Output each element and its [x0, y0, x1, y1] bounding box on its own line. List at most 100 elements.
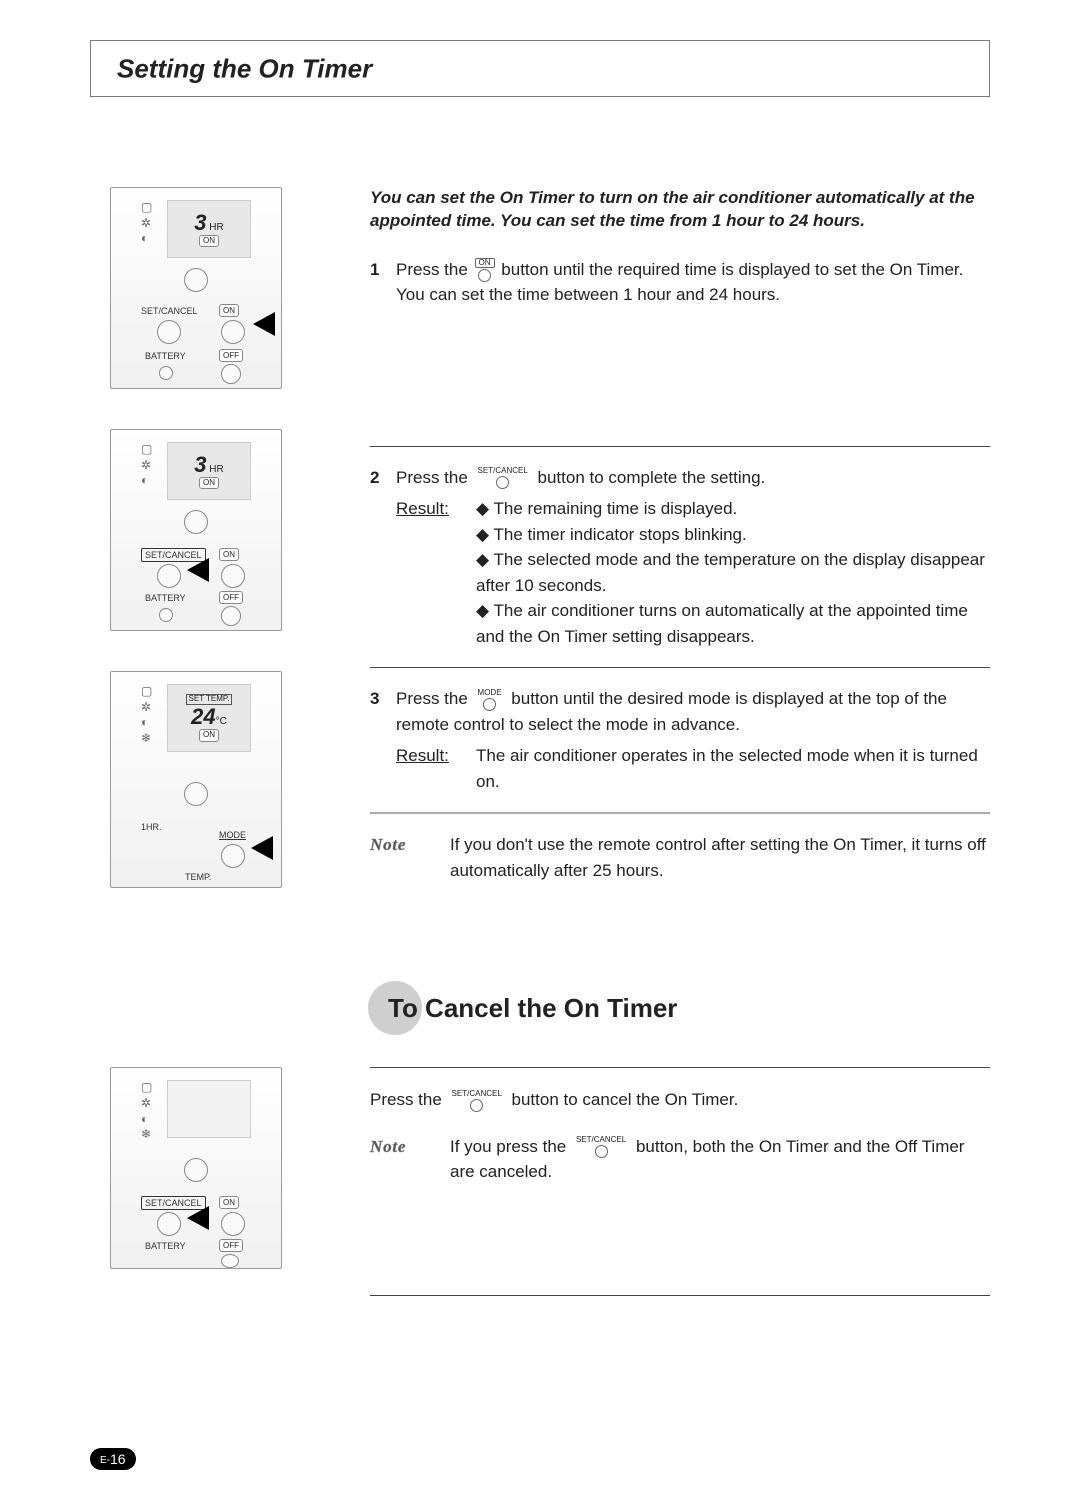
- on-chip: ON: [219, 1196, 239, 1209]
- remote-illustration-4: ▢✲◐❄ SET/CANCEL ON BATTERY OFF: [110, 1067, 282, 1269]
- divider: [370, 667, 990, 668]
- note-label: Note: [370, 1134, 450, 1185]
- round-button: [184, 510, 208, 534]
- pointer-arrow-icon: [187, 1206, 209, 1230]
- mode-icons: ▢✲◐: [141, 442, 152, 489]
- on-chip-2: ON: [219, 548, 239, 561]
- divider: [370, 446, 990, 447]
- result-bullet: The timer indicator stops blinking.: [476, 522, 990, 548]
- off-button: [221, 606, 241, 626]
- round-button: [184, 1158, 208, 1182]
- step-number: 1: [370, 257, 396, 308]
- btn-circle-icon: [478, 269, 491, 282]
- remote-screen-3: SET TEMP. 24°C ON: [167, 684, 251, 752]
- mode-label: MODE: [219, 830, 246, 840]
- divider-thick: [370, 812, 990, 814]
- hr-label: HR: [209, 222, 223, 233]
- cancel-note-pre: If you press the: [450, 1137, 566, 1156]
- step-1-pre: Press the: [396, 260, 468, 279]
- pointer-arrow-icon: [253, 312, 275, 336]
- remote-illustration-2: ▢✲◐ 3 HR ON SET/CANCEL ON BATTERY OFF: [110, 429, 282, 631]
- intro-text: You can set the On Timer to turn on the …: [370, 187, 990, 233]
- btn-circle-icon: [595, 1145, 608, 1158]
- btn-label: SET/CANCEL: [449, 1090, 505, 1098]
- result-bullet: The remaining time is displayed.: [476, 496, 990, 522]
- step-2-pre: Press the: [396, 468, 468, 487]
- remote-illustration-3: ▢✲◐❄ SET TEMP. 24°C ON 1HR. MODE TEMP.: [110, 671, 282, 888]
- off-chip: OFF: [219, 349, 243, 362]
- cancel-post: button to cancel the On Timer.: [512, 1090, 739, 1109]
- hour-value: 3: [194, 210, 206, 235]
- page-number: 16: [110, 1451, 126, 1467]
- btn-circle-icon: [483, 698, 496, 711]
- temp-value: 24: [191, 704, 215, 729]
- temp-label: TEMP.: [185, 872, 211, 882]
- on-button: [221, 564, 245, 588]
- one-hr-label: 1HR.: [141, 822, 162, 832]
- result-bullet: The selected mode and the temperature on…: [476, 547, 990, 598]
- setcancel-button-icon: SET/CANCEL: [573, 1136, 629, 1158]
- note-1: Note If you don't use the remote control…: [370, 832, 990, 883]
- divider: [370, 1295, 990, 1296]
- divider: [370, 1067, 990, 1068]
- btn-label: SET/CANCEL: [573, 1136, 629, 1144]
- mode-icons: ▢✲◐: [141, 200, 152, 247]
- page-prefix: E-: [100, 1455, 110, 1466]
- step-1: 1 Press the ON button until the required…: [370, 257, 990, 308]
- on-chip-2: ON: [219, 304, 239, 317]
- setcancel-button-icon: SET/CANCEL: [449, 1090, 505, 1112]
- page-title-box: Setting the On Timer: [90, 40, 990, 97]
- cancel-note: Note If you press the SET/CANCEL button,…: [370, 1134, 990, 1185]
- step-2-post: button to complete the setting.: [538, 468, 766, 487]
- pointer-arrow-icon: [251, 836, 273, 860]
- round-button: [184, 782, 208, 806]
- round-button: [184, 268, 208, 292]
- hr-label: HR: [209, 464, 223, 475]
- step-2: 2 Press the SET/CANCEL button to complet…: [370, 465, 990, 650]
- cancel-pre: Press the: [370, 1090, 442, 1109]
- battery-indicator: [159, 608, 173, 622]
- battery-label: BATTERY: [145, 351, 186, 361]
- cancel-heading-text: To Cancel the On Timer: [388, 993, 677, 1024]
- setcancel-label: SET/CANCEL: [141, 306, 198, 316]
- result-label: Result:: [396, 496, 476, 649]
- step-2-results: The remaining time is displayed. The tim…: [476, 496, 990, 649]
- setcancel-button: [157, 1212, 181, 1236]
- cancel-instruction: Press the SET/CANCEL button to cancel th…: [370, 1086, 990, 1113]
- remote-screen-4: [167, 1080, 251, 1138]
- setcancel-button-icon: SET/CANCEL: [475, 467, 531, 489]
- battery-label: BATTERY: [145, 1241, 186, 1251]
- page-number-badge: E-16: [90, 1448, 136, 1470]
- page-title: Setting the On Timer: [117, 53, 372, 84]
- mode-icons: ▢✲◐❄: [141, 1080, 152, 1142]
- pointer-arrow-icon: [187, 558, 209, 582]
- step-1-line2: You can set the time between 1 hour and …: [396, 285, 780, 304]
- step-3-pre: Press the: [396, 689, 468, 708]
- on-chip: ON: [199, 477, 219, 490]
- cancel-heading: To Cancel the On Timer: [370, 983, 990, 1037]
- remote-screen-1: 3 HR ON: [167, 200, 251, 258]
- btn-circle-icon: [470, 1099, 483, 1112]
- on-button: [221, 320, 245, 344]
- step-number: 2: [370, 465, 396, 650]
- remote-screen-2: 3 HR ON: [167, 442, 251, 500]
- btn-label: MODE: [475, 689, 505, 697]
- remote-illustration-1: ▢✲◐ 3 HR ON SET/CANCEL ON BATTERY OFF: [110, 187, 282, 389]
- step-3: 3 Press the MODE button until the desire…: [370, 686, 990, 794]
- on-button-icon: ON: [475, 258, 495, 282]
- setcancel-button: [157, 564, 181, 588]
- battery-label: BATTERY: [145, 593, 186, 603]
- setcancel-button: [157, 320, 181, 344]
- btn-label: SET/CANCEL: [475, 467, 531, 475]
- off-button: [221, 364, 241, 384]
- instructions-column: You can set the On Timer to turn on the …: [330, 187, 990, 1067]
- step-3-result-text: The air conditioner operates in the sele…: [476, 743, 990, 794]
- deg-c: °C: [216, 716, 227, 727]
- on-button: [221, 1212, 245, 1236]
- mode-button: [221, 844, 245, 868]
- hour-value: 3: [194, 452, 206, 477]
- step-number: 3: [370, 686, 396, 794]
- on-chip: ON: [199, 729, 219, 742]
- note-text: If you don't use the remote control afte…: [450, 832, 990, 883]
- mode-icons: ▢✲◐❄: [141, 684, 152, 746]
